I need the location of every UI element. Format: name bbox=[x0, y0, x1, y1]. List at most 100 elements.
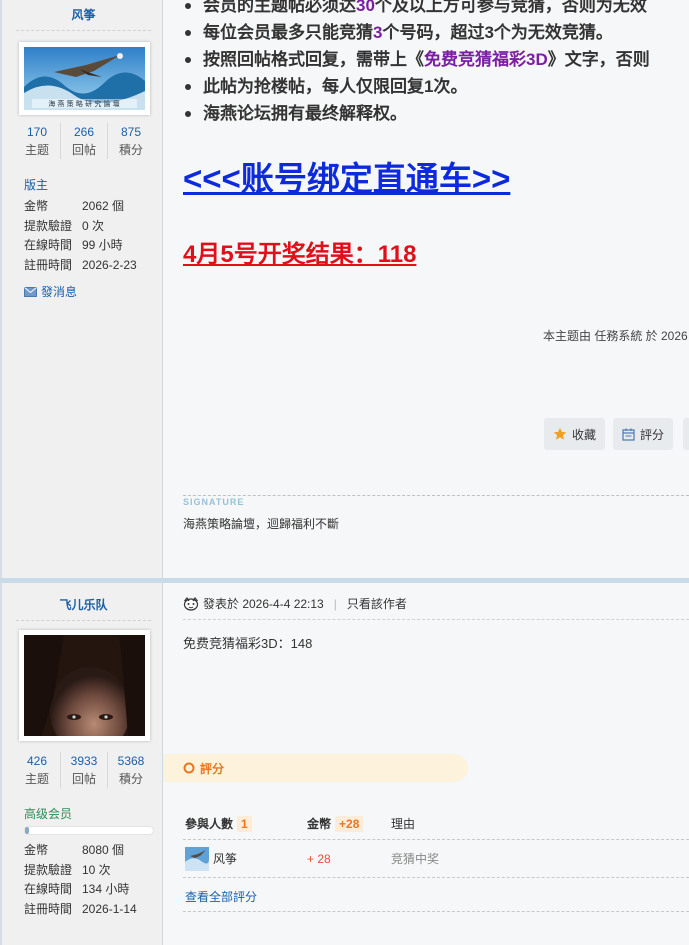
envelope-icon bbox=[24, 286, 37, 297]
separator: | bbox=[333, 596, 337, 611]
info-row: 提款驗證 0 次 bbox=[24, 217, 154, 237]
rules-list: 会员的主题帖必须达30个及以上方可参与竞猜，否则为无效 每位会员最多只能竞猜3个… bbox=[185, 0, 689, 127]
signature-text: 海燕策略論壇，迴歸福利不斷 bbox=[183, 517, 340, 531]
info-key: 在線時間 bbox=[24, 882, 73, 896]
post2-content: 發表於 2026-4-4 22:13 | 只看該作者 免费竞猜福彩3D：148 … bbox=[163, 583, 689, 945]
rule-text: 个号码，超过3个为无效竞猜。 bbox=[382, 23, 613, 42]
info-value: 134 小時 bbox=[82, 882, 130, 896]
divider bbox=[16, 620, 151, 621]
rule-text: 会员的主题帖必须达 bbox=[203, 0, 356, 15]
stat-threads-count[interactable]: 426 bbox=[14, 752, 60, 770]
level-progress-fill bbox=[25, 827, 29, 834]
thread-meta-note: 本主题由 任務系統 於 2026 bbox=[543, 329, 688, 343]
info-row: 提款驗證 10 次 bbox=[24, 861, 154, 881]
rule-item: 按照回帖格式回复，需带上《免费竞猜福彩3D》文字，否则 bbox=[185, 46, 689, 73]
info-row: 金幣 2062 個 bbox=[24, 197, 154, 217]
avatar[interactable] bbox=[19, 630, 150, 741]
account-binding-link[interactable]: <<<账号绑定直通车>> bbox=[183, 152, 510, 200]
favorite-button[interactable]: 收藏 bbox=[544, 418, 606, 450]
rating-circle-icon bbox=[183, 762, 195, 774]
rater-avatar[interactable] bbox=[185, 846, 209, 871]
post-header: 發表於 2026-4-4 22:13 | 只看該作者 bbox=[183, 595, 407, 612]
signature-divider bbox=[183, 495, 689, 496]
author-stats: 170 主题 266 回帖 875 積分 bbox=[14, 123, 154, 159]
stat-label: 積分 bbox=[118, 143, 143, 157]
rule-number: 30 bbox=[356, 0, 375, 15]
header-divider bbox=[183, 619, 689, 620]
stat-replies-count[interactable]: 3933 bbox=[61, 752, 107, 770]
author-info: 金幣 2062 個 提款驗證 0 次 在線時間 99 小時 註冊時間 2026-2-23 bbox=[24, 197, 154, 275]
rating-bar: 評分 bbox=[163, 754, 468, 782]
view-all-ratings-link[interactable]: 查看全部評分 bbox=[185, 888, 257, 905]
rater-coins: + 28 bbox=[307, 851, 331, 866]
author-info: 金幣 8080 個 提款驗證 10 次 在線時間 134 小時 註冊時間 2026-1-… bbox=[24, 841, 154, 919]
rating-table-header: 參與人數 1 金幣 +28 理由 bbox=[183, 808, 689, 840]
draw-result-text: 4月5号开奖结果：118 bbox=[183, 241, 417, 268]
rater-user[interactable]: 风筝 bbox=[183, 846, 307, 871]
info-value: 8080 個 bbox=[82, 843, 125, 857]
info-key: 註冊時間 bbox=[24, 901, 73, 916]
stat-label: 回帖 bbox=[71, 772, 96, 786]
info-key: 註冊時間 bbox=[24, 257, 73, 272]
send-message-button[interactable]: 發消息 bbox=[24, 283, 77, 300]
forum-thread-page: 风筝 海 燕 策 略 研 究 論 壇 170 主题 266 回帖 875 積分 … bbox=[0, 0, 689, 945]
post2-author-sidebar: 飞儿乐队 426 主题 3933 回帖 5368 積分 高级会员 金幣 8080… bbox=[0, 583, 163, 945]
info-value: 10 次 bbox=[82, 862, 111, 877]
coins-total: +28 bbox=[335, 815, 364, 832]
info-row: 註冊時間 2026-1-14 bbox=[24, 900, 154, 920]
info-value: 2062 個 bbox=[82, 199, 125, 213]
stat-label: 回帖 bbox=[71, 143, 96, 157]
info-row: 註冊時間 2026-2-23 bbox=[24, 256, 154, 276]
rule-item: 每位会员最多只能竞猜3个号码，超过3个为无效竞猜。 bbox=[185, 19, 689, 46]
stat-label: 主题 bbox=[24, 143, 49, 157]
rule-text: 按照回帖格式回复，需带上《 bbox=[203, 50, 424, 69]
rule-item: 此帖为抢楼帖，每人仅限回复1次。 bbox=[185, 73, 689, 100]
info-key: 提款驗證 bbox=[24, 218, 73, 233]
rate-button[interactable]: 評分 bbox=[613, 418, 674, 450]
info-value: 99 小時 bbox=[82, 238, 123, 252]
rule-highlight: 免费竞猜福彩3D bbox=[424, 50, 548, 69]
info-key: 金幣 bbox=[24, 199, 49, 213]
only-author-link[interactable]: 只看該作者 bbox=[347, 595, 407, 612]
user-group-link[interactable]: 高级会员 bbox=[24, 805, 72, 822]
rule-text: 》文字，否则 bbox=[547, 50, 650, 69]
info-row: 金幣 8080 個 bbox=[24, 841, 154, 861]
info-key: 金幣 bbox=[24, 843, 49, 857]
participants-count: 1 bbox=[237, 815, 252, 832]
star-icon bbox=[553, 427, 567, 440]
user-group-link[interactable]: 版主 bbox=[24, 176, 48, 193]
rate-label: 評分 bbox=[640, 427, 665, 442]
rater-name[interactable]: 风筝 bbox=[213, 850, 237, 867]
table-row: 风筝 + 28 竞猜中奖 bbox=[183, 840, 689, 878]
stat-credits-count[interactable]: 5368 bbox=[108, 752, 154, 770]
rule-item: 会员的主题帖必须达30个及以上方可参与竞猜，否则为无效 bbox=[185, 0, 689, 19]
author-stats: 426 主题 3933 回帖 5368 積分 bbox=[14, 752, 154, 788]
author-name-link[interactable]: 风筝 bbox=[2, 6, 165, 23]
stat-replies-count[interactable]: 266 bbox=[61, 123, 107, 141]
rule-item: 海燕论坛拥有最终解释权。 bbox=[185, 100, 689, 127]
stat-label: 主题 bbox=[24, 772, 49, 786]
more-action-button[interactable] bbox=[683, 418, 689, 450]
post-date: 發表於 2026-4-4 22:13 bbox=[203, 597, 324, 611]
header-coins: 金幣 bbox=[307, 817, 332, 831]
avatar[interactable]: 海 燕 策 略 研 究 論 壇 bbox=[19, 42, 150, 115]
info-key: 在線時間 bbox=[24, 238, 73, 252]
svg-text:海 燕 策 略 研 究 論 壇: 海 燕 策 略 研 究 論 壇 bbox=[48, 99, 120, 108]
header-reason: 理由 bbox=[391, 817, 416, 831]
info-value: 0 次 bbox=[82, 218, 105, 233]
rater-reason: 竞猜中奖 bbox=[391, 852, 440, 866]
author-name-link[interactable]: 飞儿乐队 bbox=[2, 596, 165, 613]
info-row: 在線時間 134 小時 bbox=[24, 880, 154, 900]
stat-threads-count[interactable]: 170 bbox=[14, 123, 60, 141]
post1-content: 会员的主题帖必须达30个及以上方可参与竞猜，否则为无效 每位会员最多只能竞猜3个… bbox=[163, 0, 689, 580]
bottom-divider bbox=[183, 911, 689, 912]
favorite-label: 收藏 bbox=[572, 427, 597, 442]
signature-label: SIGNATURE bbox=[183, 497, 245, 507]
rule-text: 个及以上方可参与竞猜，否则为无效 bbox=[374, 0, 647, 15]
info-key: 提款驗證 bbox=[24, 862, 73, 877]
stat-credits-count[interactable]: 875 bbox=[108, 123, 154, 141]
info-value: 2026-1-14 bbox=[82, 901, 137, 916]
post1-author-sidebar: 风筝 海 燕 策 略 研 究 論 壇 170 主题 266 回帖 875 積分 … bbox=[0, 0, 163, 580]
rating-table: 參與人數 1 金幣 +28 理由 风筝 + 28 竞猜中奖 bbox=[183, 808, 689, 878]
divider bbox=[16, 30, 151, 31]
